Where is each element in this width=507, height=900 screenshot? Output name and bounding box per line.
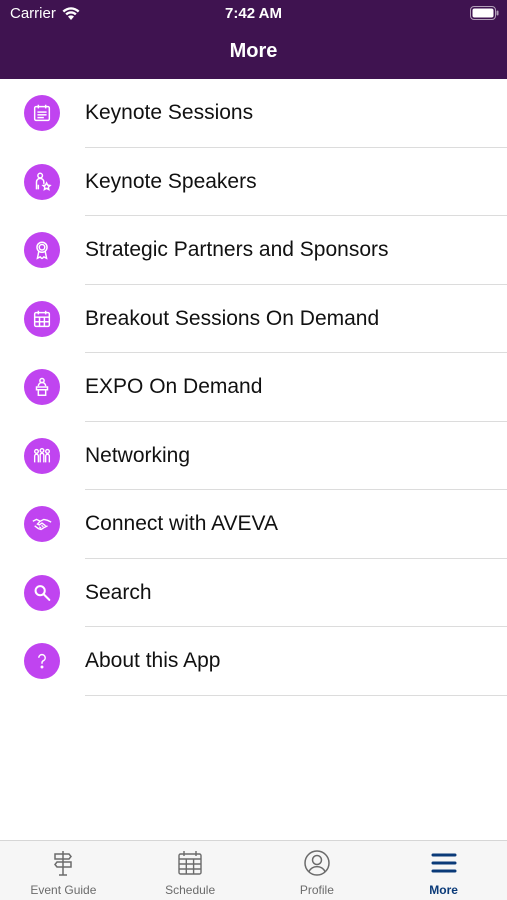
calendar-grid-icon bbox=[24, 300, 60, 337]
menu-item-label: Keynote Sessions bbox=[85, 101, 254, 124]
menu-item-connect-with-aveva[interactable]: Connect with AVEVA bbox=[0, 490, 507, 559]
calendar-list-icon bbox=[24, 95, 60, 131]
question-icon bbox=[24, 643, 60, 679]
menu-item-networking[interactable]: Networking bbox=[0, 422, 507, 490]
people-group-icon bbox=[24, 437, 60, 474]
search-icon bbox=[24, 574, 60, 611]
tab-profile[interactable]: Profile bbox=[254, 841, 381, 900]
status-time: 7:42 AM bbox=[225, 5, 282, 22]
speaker-star-icon bbox=[24, 163, 60, 200]
menu-item-keynote-sessions[interactable]: Keynote Sessions bbox=[0, 79, 507, 148]
nav-header: Carrier 7:42 AM More bbox=[0, 0, 507, 79]
tab-more[interactable]: More bbox=[380, 841, 507, 900]
award-ribbon-icon bbox=[24, 232, 60, 268]
tab-label: More bbox=[429, 883, 458, 897]
menu-item-about-this-app[interactable]: About this App bbox=[0, 627, 507, 696]
menu-item-label: Search bbox=[85, 580, 152, 604]
page-title: More bbox=[229, 40, 278, 62]
tab-event-guide[interactable]: Event Guide bbox=[0, 841, 127, 900]
calendar-icon bbox=[178, 851, 202, 875]
tab-label: Event Guide bbox=[30, 883, 97, 897]
handshake-icon bbox=[24, 506, 60, 542]
menu-item-expo-on-demand[interactable]: EXPO On Demand bbox=[0, 353, 507, 422]
tab-label: Profile bbox=[299, 883, 334, 897]
signpost-icon bbox=[54, 851, 73, 876]
menu-item-search[interactable]: Search bbox=[0, 559, 507, 627]
battery-icon bbox=[470, 6, 499, 20]
profile-icon bbox=[304, 850, 330, 876]
tab-bar: Event Guide Schedule Profile More bbox=[0, 840, 507, 900]
menu-item-label: Connect with AVEVA bbox=[85, 512, 278, 535]
hamburger-menu-icon bbox=[431, 853, 457, 873]
menu-item-label: Networking bbox=[85, 443, 191, 467]
menu-item-label: Strategic Partners and Sponsors bbox=[85, 238, 389, 261]
menu-item-label: Keynote Speakers bbox=[85, 169, 257, 193]
menu-item-breakout-sessions[interactable]: Breakout Sessions On Demand bbox=[0, 285, 507, 353]
tab-schedule[interactable]: Schedule bbox=[127, 841, 254, 900]
row-divider bbox=[85, 694, 507, 696]
menu-item-label: About this App bbox=[85, 649, 221, 672]
menu-item-label: Breakout Sessions On Demand bbox=[85, 306, 380, 330]
menu-item-keynote-speakers[interactable]: Keynote Speakers bbox=[0, 148, 507, 216]
podium-icon bbox=[24, 369, 60, 405]
more-menu-list: Keynote Sessions Keynote Speakers Strate… bbox=[0, 79, 507, 696]
tab-label: Schedule bbox=[165, 883, 216, 897]
menu-item-strategic-partners[interactable]: Strategic Partners and Sponsors bbox=[0, 216, 507, 285]
status-bar: Carrier 7:42 AM bbox=[0, 0, 507, 28]
menu-item-label: EXPO On Demand bbox=[85, 375, 263, 398]
